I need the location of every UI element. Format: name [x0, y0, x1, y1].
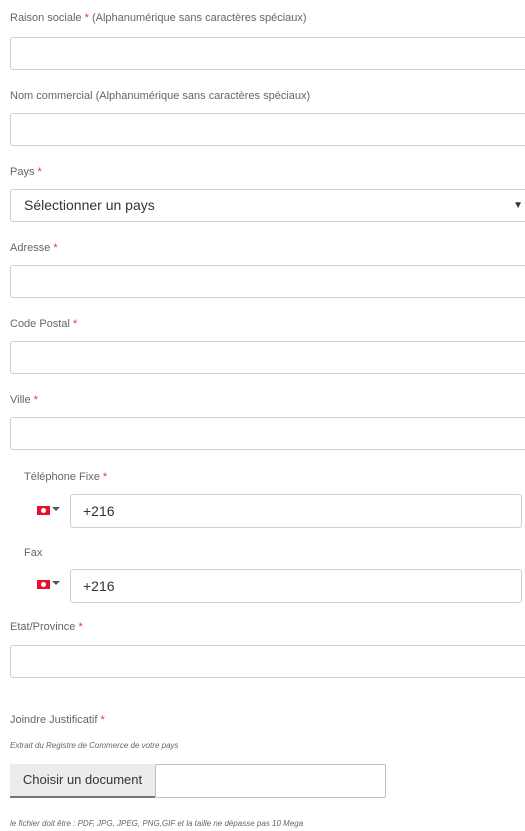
- etat-province-input[interactable]: [10, 645, 525, 678]
- telephone-fixe-label-text: Téléphone Fixe: [24, 471, 100, 483]
- code-postal-label: Code Postal *: [10, 318, 77, 330]
- raison-sociale-input[interactable]: [10, 37, 525, 70]
- adresse-label-text: Adresse: [10, 242, 51, 254]
- etat-province-label: Etat/Province *: [10, 621, 83, 633]
- ville-label: Ville *: [10, 394, 38, 406]
- required-asterisk: *: [37, 166, 42, 178]
- ville-label-text: Ville: [10, 394, 31, 406]
- justificatif-label-text: Joindre Justificatif: [10, 714, 98, 726]
- code-postal-input[interactable]: [10, 341, 525, 374]
- fax-input[interactable]: +216: [70, 569, 522, 603]
- etat-province-label-text: Etat/Province: [10, 621, 76, 633]
- telephone-fixe-label: Téléphone Fixe *: [24, 471, 107, 483]
- justificatif-description: Extrait du Registre de Commerce de votre…: [10, 741, 179, 750]
- required-asterisk: *: [78, 621, 83, 633]
- nom-commercial-input[interactable]: [10, 113, 525, 146]
- required-asterisk: *: [33, 394, 38, 406]
- fax-label: Fax: [24, 547, 43, 559]
- raison-sociale-label: Raison sociale * (Alphanumérique sans ca…: [10, 12, 307, 24]
- pays-select-value: Sélectionner un pays: [24, 197, 155, 213]
- raison-sociale-label-text: Raison sociale: [10, 12, 82, 24]
- raison-sociale-hint: (Alphanumérique sans caractères spéciaux…: [91, 12, 307, 24]
- required-asterisk: *: [102, 471, 108, 483]
- code-postal-label-text: Code Postal: [10, 318, 70, 330]
- adresse-input[interactable]: [10, 265, 525, 298]
- country-code-dropdown[interactable]: [37, 506, 61, 518]
- country-code-dropdown[interactable]: [37, 580, 61, 592]
- file-requirements-note: le fichier doit être : PDF, JPG, JPEG, P…: [10, 819, 304, 828]
- nom-commercial-label: Nom commercial (Alphanumérique sans cara…: [10, 90, 311, 102]
- pays-label: Pays *: [10, 166, 42, 178]
- required-asterisk: *: [53, 242, 58, 254]
- required-asterisk: *: [73, 318, 78, 330]
- justificatif-label: Joindre Justificatif *: [10, 714, 105, 726]
- required-asterisk: *: [84, 12, 89, 24]
- chevron-down-icon: ▼: [513, 200, 523, 211]
- ville-input[interactable]: [10, 417, 525, 450]
- adresse-label: Adresse *: [10, 242, 58, 254]
- telephone-fixe-input[interactable]: +216: [70, 494, 522, 528]
- caret-down-icon: [52, 581, 60, 585]
- choose-document-button[interactable]: Choisir un document: [10, 764, 155, 798]
- required-asterisk: *: [100, 714, 105, 726]
- tunisia-flag-icon: [37, 506, 50, 515]
- tunisia-flag-icon: [37, 580, 50, 589]
- caret-down-icon: [52, 507, 60, 511]
- pays-label-text: Pays: [10, 166, 35, 178]
- file-name-field[interactable]: [155, 764, 386, 798]
- pays-select[interactable]: Sélectionner un pays ▼: [10, 189, 525, 222]
